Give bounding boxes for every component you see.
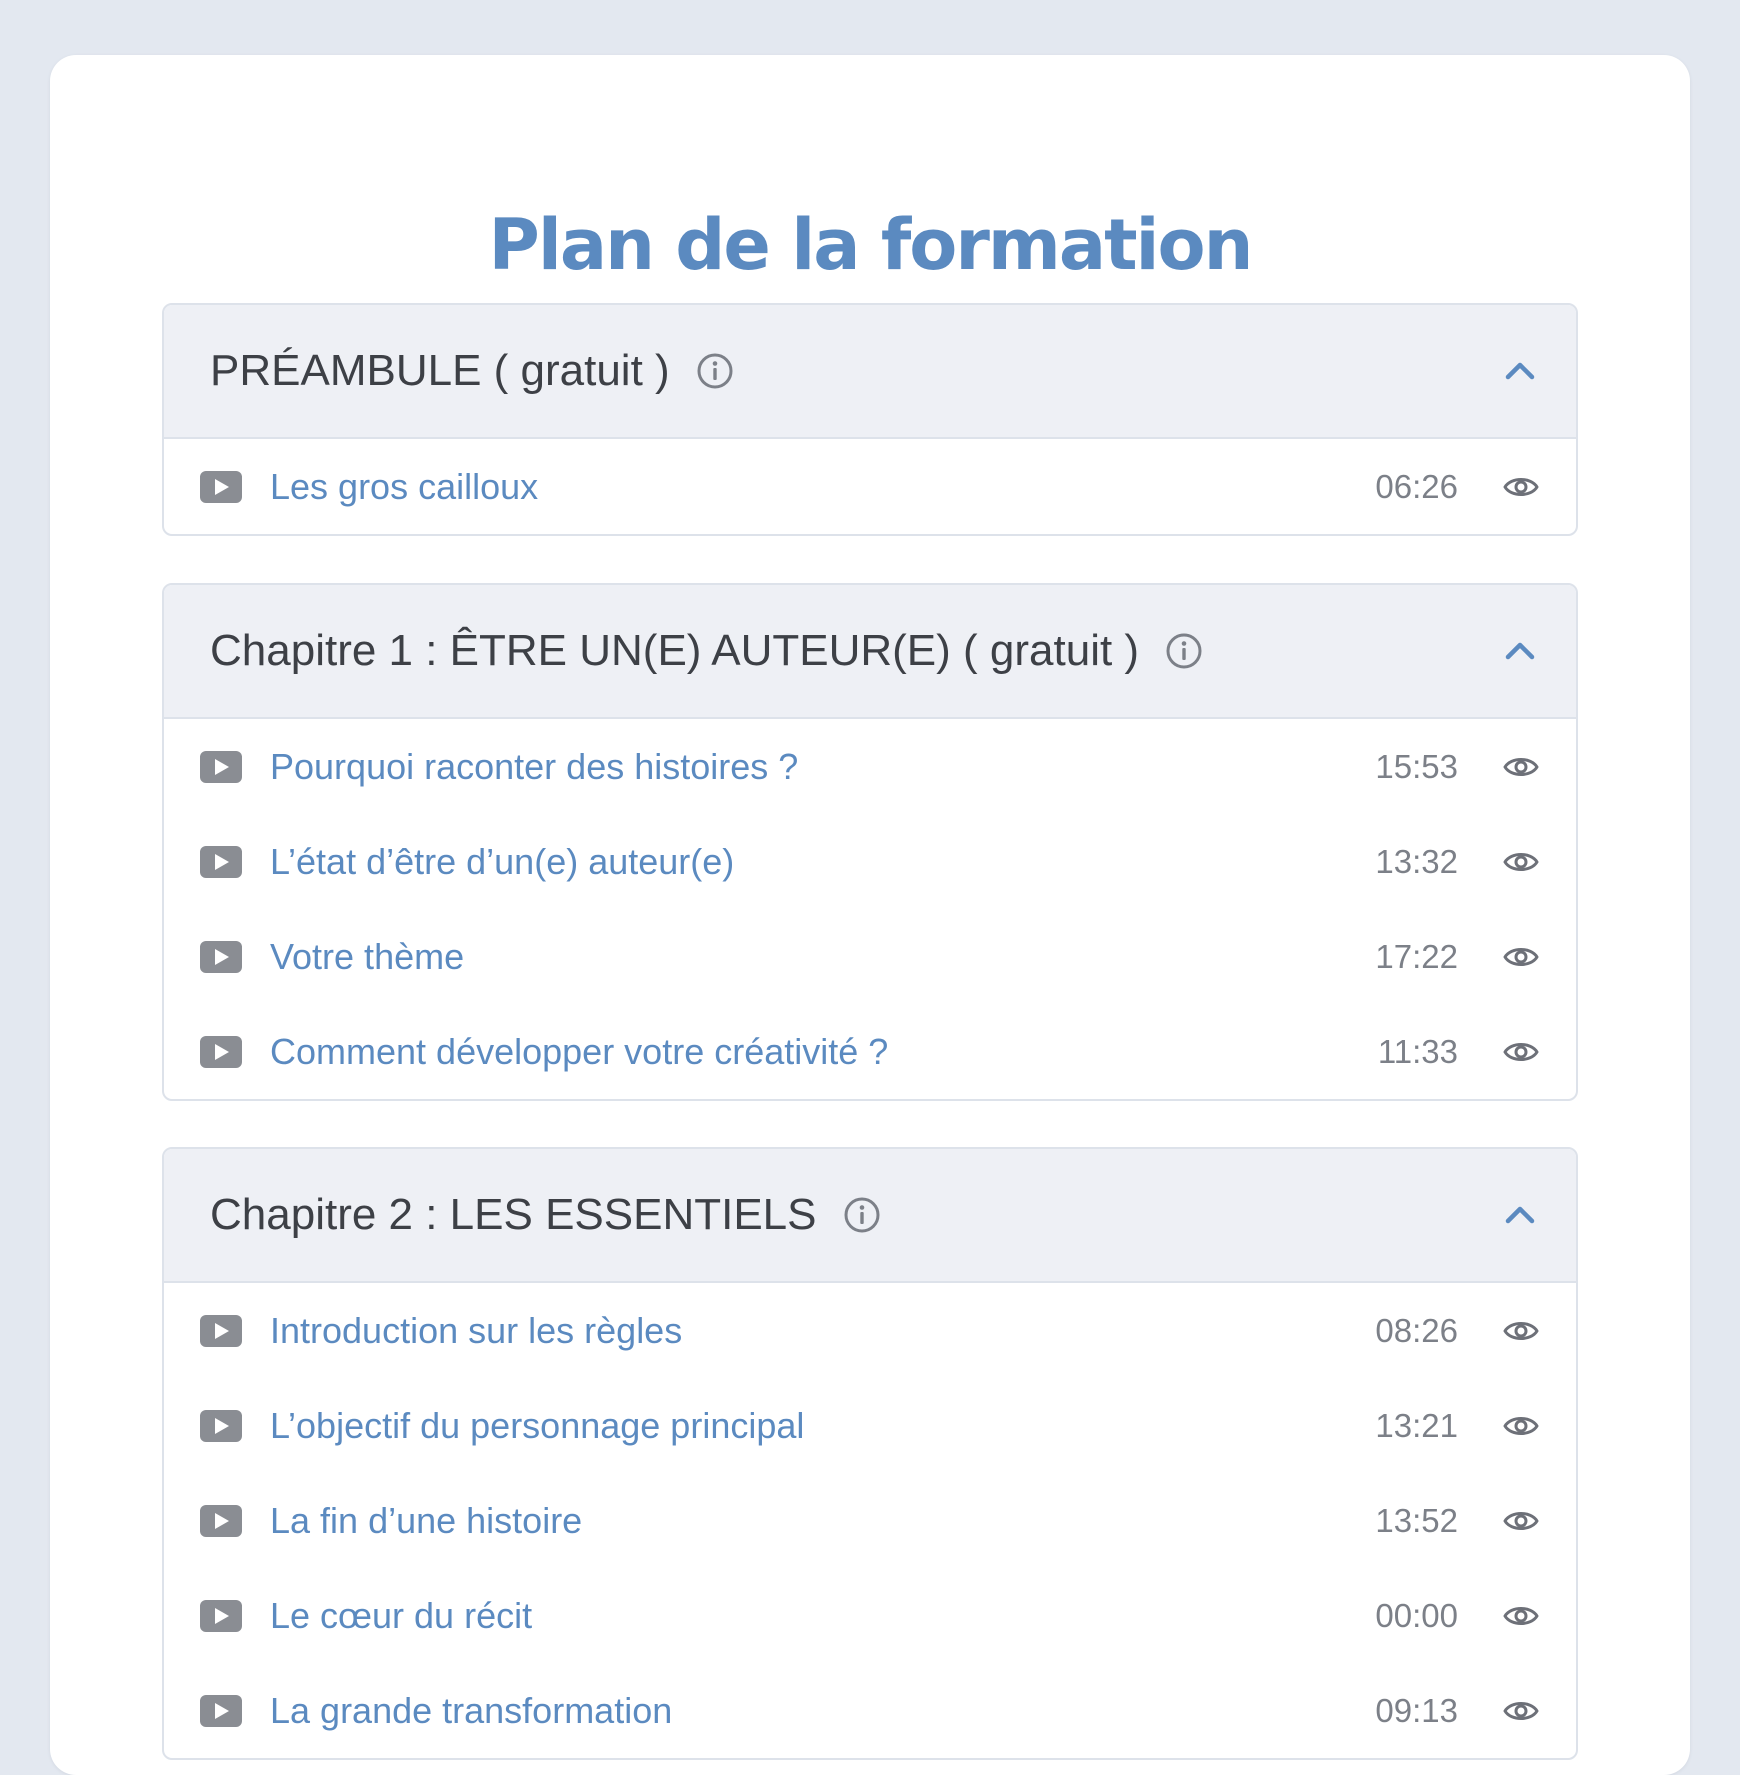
video-play-icon xyxy=(200,1599,242,1632)
chevron-up-icon[interactable] xyxy=(1500,1195,1540,1235)
lesson-duration: 00:00 xyxy=(1375,1596,1458,1634)
lesson-title[interactable]: Comment développer votre créativité ? xyxy=(270,1031,888,1073)
lesson-duration: 13:52 xyxy=(1375,1501,1458,1539)
lesson-list: Introduction sur les règles 08:26 L’obje… xyxy=(164,1283,1576,1758)
lesson-title[interactable]: Introduction sur les règles xyxy=(270,1310,682,1352)
chapter-header[interactable]: PRÉAMBULE ( gratuit ) xyxy=(164,305,1576,439)
page-title: Plan de la formation xyxy=(488,204,1254,286)
eye-icon[interactable] xyxy=(1502,748,1540,786)
video-play-icon xyxy=(200,470,242,503)
chapter-title: Chapitre 1 : ÊTRE UN(E) AUTEUR(E) ( grat… xyxy=(210,626,1140,675)
eye-icon[interactable] xyxy=(1502,1033,1540,1071)
lesson-row[interactable]: Comment développer votre créativité ? 11… xyxy=(164,1004,1576,1099)
info-circle-icon[interactable] xyxy=(843,1196,881,1234)
eye-icon[interactable] xyxy=(1502,1502,1540,1540)
lesson-row[interactable]: La grande transformation 09:13 xyxy=(164,1663,1576,1758)
lesson-title[interactable]: L’objectif du personnage principal xyxy=(270,1405,804,1447)
lesson-row[interactable]: Pourquoi raconter des histoires ? 15:53 xyxy=(164,719,1576,814)
lesson-duration: 06:26 xyxy=(1375,467,1458,505)
chapter-section: Chapitre 1 : ÊTRE UN(E) AUTEUR(E) ( grat… xyxy=(162,583,1578,1101)
video-play-icon xyxy=(200,1694,242,1727)
eye-icon[interactable] xyxy=(1502,1312,1540,1350)
chapter-section: PRÉAMBULE ( gratuit ) Les gros cailloux … xyxy=(162,303,1578,536)
eye-icon[interactable] xyxy=(1502,843,1540,881)
eye-icon[interactable] xyxy=(1502,468,1540,506)
lesson-title[interactable]: Les gros cailloux xyxy=(270,466,538,508)
eye-icon[interactable] xyxy=(1502,1597,1540,1635)
chapter-header[interactable]: Chapitre 2 : LES ESSENTIELS xyxy=(164,1149,1576,1283)
lesson-duration: 11:33 xyxy=(1377,1032,1458,1070)
lesson-duration: 13:32 xyxy=(1375,842,1458,880)
lesson-row[interactable]: L’état d’être d’un(e) auteur(e) 13:32 xyxy=(164,814,1576,909)
eye-icon[interactable] xyxy=(1502,938,1540,976)
chapter-title: PRÉAMBULE ( gratuit ) xyxy=(210,346,670,395)
lesson-row[interactable]: L’objectif du personnage principal 13:21 xyxy=(164,1378,1576,1473)
video-play-icon xyxy=(200,1314,242,1347)
chapter-section: Chapitre 2 : LES ESSENTIELS Introduction… xyxy=(162,1147,1578,1760)
lesson-title[interactable]: L’état d’être d’un(e) auteur(e) xyxy=(270,841,734,883)
lesson-duration: 17:22 xyxy=(1375,937,1458,975)
lesson-title[interactable]: La fin d’une histoire xyxy=(270,1500,582,1542)
lesson-title[interactable]: Le cœur du récit xyxy=(270,1595,532,1637)
eye-icon[interactable] xyxy=(1502,1407,1540,1445)
lesson-row[interactable]: Le cœur du récit 00:00 xyxy=(164,1568,1576,1663)
lesson-row[interactable]: Introduction sur les règles 08:26 xyxy=(164,1283,1576,1378)
info-circle-icon[interactable] xyxy=(1165,632,1203,670)
lesson-row[interactable]: La fin d’une histoire 13:52 xyxy=(164,1473,1576,1568)
lesson-title[interactable]: Votre thème xyxy=(270,936,464,978)
lesson-duration: 08:26 xyxy=(1375,1311,1458,1349)
lesson-duration: 09:13 xyxy=(1375,1691,1458,1729)
lesson-title[interactable]: La grande transformation xyxy=(270,1690,672,1732)
video-play-icon xyxy=(200,940,242,973)
lesson-duration: 15:53 xyxy=(1375,747,1458,785)
lesson-list: Les gros cailloux 06:26 xyxy=(164,439,1576,534)
lesson-row[interactable]: Les gros cailloux 06:26 xyxy=(164,439,1576,534)
lesson-duration: 13:21 xyxy=(1375,1406,1458,1444)
video-play-icon xyxy=(200,1504,242,1537)
chapter-title: Chapitre 2 : LES ESSENTIELS xyxy=(210,1190,817,1239)
lesson-list: Pourquoi raconter des histoires ? 15:53 … xyxy=(164,719,1576,1099)
chapter-header[interactable]: Chapitre 1 : ÊTRE UN(E) AUTEUR(E) ( grat… xyxy=(164,585,1576,719)
video-play-icon xyxy=(200,1035,242,1068)
eye-icon[interactable] xyxy=(1502,1692,1540,1730)
video-play-icon xyxy=(200,845,242,878)
video-play-icon xyxy=(200,750,242,783)
chevron-up-icon[interactable] xyxy=(1500,351,1540,391)
lesson-title[interactable]: Pourquoi raconter des histoires ? xyxy=(270,746,798,788)
video-play-icon xyxy=(200,1409,242,1442)
chevron-up-icon[interactable] xyxy=(1500,631,1540,671)
info-circle-icon[interactable] xyxy=(696,352,734,390)
lesson-row[interactable]: Votre thème 17:22 xyxy=(164,909,1576,1004)
